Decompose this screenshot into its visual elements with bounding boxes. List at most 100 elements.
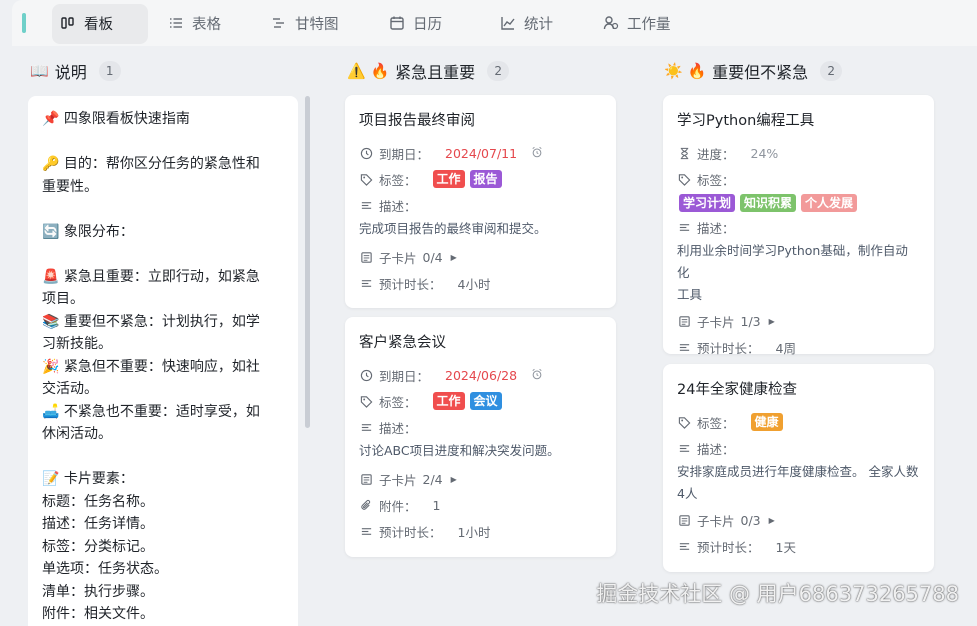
due-label: 到期日： [379,368,430,384]
task-card-health-check[interactable]: 24年全家健康检查 标签： 健康 描述： 安排家庭成员进行年度健康检查。 全家人… [663,364,934,572]
tab-gantt[interactable]: 甘特图 [271,0,339,46]
tab-board[interactable]: 看板 [60,0,113,46]
task-card-learn-python[interactable]: 学习Python编程工具 进度： 24% 标签： 学习计划 知识积累 个人发展 … [663,95,934,356]
tag[interactable]: 个人发展 [801,194,858,212]
tag-icon [359,394,373,408]
attachments-label: 附件： [379,498,417,514]
caret-right-icon: ▶ [768,515,775,525]
tag[interactable]: 工作 [432,392,465,410]
tab-bar-accent [22,13,26,33]
estimate-row: 预计时长： 1小时 [359,518,602,544]
tag[interactable]: 会议 [469,392,502,410]
estimate-value: 4周 [775,340,796,356]
notes-spacer [42,446,286,469]
task-card-client-meeting[interactable]: 客户紧急会议 到期日： 2024/06/28 标签： 工作 会议 描述： 讨论A… [345,317,616,557]
attachments-count: 1 [432,497,441,513]
tag[interactable]: 学习计划 [679,194,736,212]
tags-row: 标签： 工作 会议 [359,388,602,414]
estimate-row: 预计时长： 1天 [677,533,920,559]
tag-icon [677,415,691,429]
tab-label: 表格 [192,16,221,33]
warning-fire-icon: ⚠️ 🔥 [347,62,390,80]
due-date-row: 到期日： 2024/06/28 [359,362,602,388]
chart-icon [500,15,516,31]
subcard-icon [677,513,691,527]
column-count: 2 [820,61,843,81]
subcards-label: 子卡片 [697,513,735,529]
progress-row: 进度： 24% [677,140,920,166]
text-lines-icon [677,220,691,234]
card-title: 项目报告最终审阅 [359,113,475,129]
estimate-value: 1天 [775,539,796,555]
description-text-line: 利用业余时间学习Python基础，制作自动化 [677,243,908,280]
paperclip-icon [359,498,373,512]
column-header-notes[interactable]: 📖 说明 1 [30,58,121,84]
tab-statistics[interactable]: 统计 [500,0,553,46]
notes-line: 习新技能。 [42,336,112,352]
subcard-icon [359,250,373,264]
tags-label: 标签： [379,394,417,410]
description-text: 讨论ABC项目进度和解决突发问题。 [359,443,560,458]
due-label: 到期日： [379,146,430,162]
estimate-label: 预计时长： [379,276,442,292]
desc-label: 描述： [697,441,735,457]
card-title: 24年全家健康检查 [677,382,797,398]
description-text: 完成项目报告的最终审阅和提交。 [359,221,547,236]
column-title: 紧急且重要 [395,63,476,82]
tab-calendar[interactable]: 日历 [389,0,442,46]
alarm-icon[interactable] [531,146,543,161]
alarm-icon[interactable] [531,368,543,383]
progress-label: 进度： [697,146,735,162]
subcards-row[interactable]: 子卡片 0/3 ▶ [677,507,920,533]
tab-workload[interactable]: 工作量 [603,0,671,46]
subcards-row[interactable]: 子卡片 2/4 ▶ [359,466,602,492]
text-lines-icon [677,441,691,455]
notes-line: 🚨 紧急且重要：立即行动，如紧急 [42,268,260,285]
notes-line: 描述：任务详情。 [42,516,154,532]
notes-line: 休闲活动。 [42,426,112,442]
tag[interactable]: 健康 [750,413,783,431]
description-row: 描述： [359,192,602,218]
tag[interactable]: 报告 [469,170,502,188]
caret-right-icon: ▶ [768,316,775,326]
notes-line: 单选项：任务状态。 [42,561,168,577]
tag-icon [677,172,691,186]
tag-list: 学习计划 知识积累 个人发展 [677,192,920,214]
caret-right-icon: ▶ [450,474,457,484]
text-lines-icon [677,340,691,354]
sun-fire-icon: ☀️ 🔥 [664,62,707,80]
subcards-row[interactable]: 子卡片 0/4 ▶ [359,244,602,270]
text-lines-icon [359,524,373,538]
tag[interactable]: 知识积累 [740,194,797,212]
text-lines-icon [359,198,373,212]
notes-line: 重要性。 [42,178,98,195]
notes-card[interactable]: 📌 四象限看板快速指南 🔑 目的：帮你区分任务的紧急性和 重要性。 🔄 象限分布： 🚨 … [28,96,298,626]
scrollbar-thumb[interactable] [305,96,310,428]
tag[interactable]: 工作 [432,170,465,188]
column-header-urgent-important[interactable]: ⚠️ 🔥 紧急且重要 2 [347,58,510,84]
tag-list: 工作 报告 [431,170,502,188]
tags-row: 标签： 工作 报告 [359,166,602,192]
tag-list: 工作 会议 [431,392,502,410]
subcards-label: 子卡片 [379,250,417,266]
list-icon [168,15,184,31]
notes-line: 交活动。 [42,381,98,397]
tags-label: 标签： [697,172,735,188]
attachments-row[interactable]: 附件： 1 [359,492,602,518]
gantt-icon [271,15,287,31]
tab-table[interactable]: 表格 [168,0,221,46]
calendar-icon [389,15,405,31]
notes-line: 标题：任务名称。 [42,493,154,510]
tags-label: 标签： [379,172,417,188]
card-title: 客户紧急会议 [359,335,446,351]
notes-line: 清单：执行步骤。 [42,583,154,600]
subcards-row[interactable]: 子卡片 1/3 ▶ [677,308,920,334]
tab-label: 看板 [84,16,113,33]
desc-label: 描述： [697,220,735,236]
task-card-report-review[interactable]: 项目报告最终审阅 到期日： 2024/07/11 标签： 工作 报告 描述： 完… [345,95,616,308]
column-header-important-not-urgent[interactable]: ☀️ 🔥 重要但不紧急 2 [664,58,843,84]
subcards-count: 0/3 [740,512,761,528]
notes-spacer [42,131,286,154]
tab-label: 工作量 [627,16,671,33]
estimate-row: 预计时长： 4周 [677,334,920,360]
